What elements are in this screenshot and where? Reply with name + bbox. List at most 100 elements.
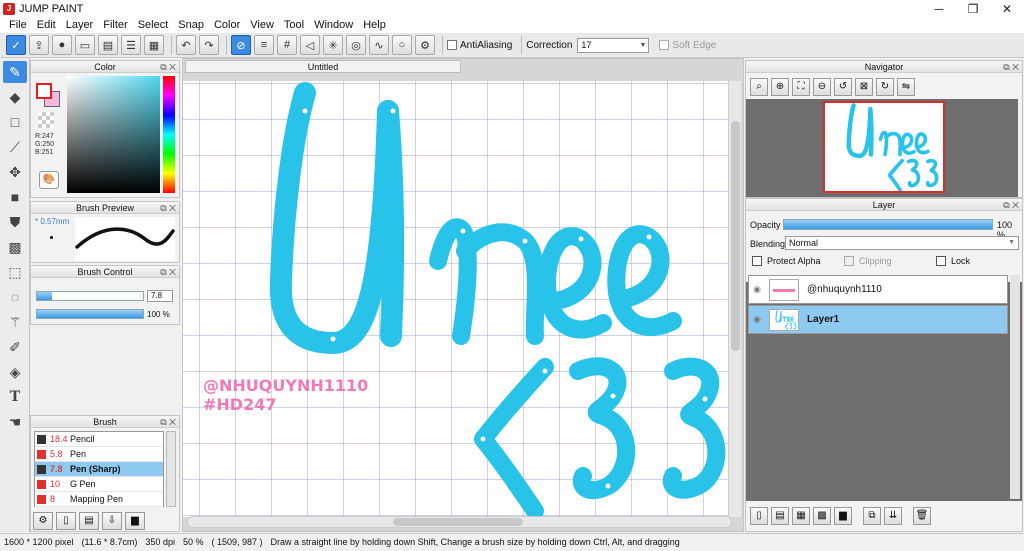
brush-size-slider[interactable] bbox=[36, 291, 144, 301]
duplicate-layer-icon[interactable]: ⧉ bbox=[863, 507, 881, 525]
bucket-tool-icon[interactable]: ⛊ bbox=[3, 211, 27, 233]
correction-select[interactable]: 17 ▼ bbox=[577, 37, 650, 53]
menu-filter[interactable]: Filter bbox=[98, 19, 132, 31]
rotate-right-icon[interactable]: ↻ bbox=[876, 78, 894, 96]
layer-opacity-slider[interactable] bbox=[783, 219, 993, 230]
menu-snap[interactable]: Snap bbox=[173, 19, 209, 31]
curve-icon[interactable]: ∿ bbox=[369, 35, 389, 55]
select-pen-tool-icon[interactable]: ✐ bbox=[3, 336, 27, 358]
brush-size-value[interactable]: 7.8 bbox=[147, 290, 173, 302]
close-button[interactable]: ✕ bbox=[990, 0, 1024, 17]
panel-close-icon[interactable]: ⧉ ✕ bbox=[160, 266, 176, 278]
flip-icon[interactable]: ⇋ bbox=[897, 78, 915, 96]
restore-button[interactable]: ❐ bbox=[956, 0, 990, 17]
rect-select-tool-icon[interactable]: ⬚ bbox=[3, 261, 27, 283]
text-tool-icon[interactable]: T bbox=[3, 386, 27, 408]
new-halftone-layer-icon[interactable]: ▦ bbox=[792, 507, 810, 525]
no-snap-icon[interactable]: ⊘ bbox=[231, 35, 251, 55]
panel-close-icon[interactable]: ⧉ ✕ bbox=[1003, 199, 1019, 211]
brush-tool-icon[interactable]: ✎ bbox=[3, 61, 27, 83]
menu-select[interactable]: Select bbox=[133, 19, 174, 31]
new-brush-icon[interactable]: ▯ bbox=[56, 512, 76, 530]
vertical-scroll-thumb[interactable] bbox=[731, 121, 740, 351]
canvas-horizontal-scrollbar[interactable] bbox=[187, 516, 732, 528]
brush-item[interactable]: 8 Mapping Pen bbox=[35, 492, 163, 507]
clipping-option[interactable]: Clipping bbox=[844, 256, 892, 266]
canvas-vertical-scrollbar[interactable] bbox=[728, 81, 741, 517]
brush-item[interactable]: 7.8 Pen (Sharp) bbox=[35, 462, 163, 477]
concentric-icon[interactable]: ◎ bbox=[346, 35, 366, 55]
panel-close-icon[interactable]: ⧉ ✕ bbox=[160, 61, 176, 73]
menu-window[interactable]: Window bbox=[309, 19, 358, 31]
message-icon[interactable]: ▭ bbox=[75, 35, 95, 55]
brush-item[interactable]: 5.8 Pen bbox=[35, 447, 163, 462]
select-eraser-tool-icon[interactable]: ◈ bbox=[3, 361, 27, 383]
menu-view[interactable]: View bbox=[245, 19, 279, 31]
new-layer-icon[interactable]: ▯ bbox=[750, 507, 768, 525]
lasso-tool-icon[interactable]: ◌ bbox=[3, 286, 27, 308]
copy-brush-icon[interactable]: ▤ bbox=[79, 512, 99, 530]
panel-close-icon[interactable]: ⧉ ✕ bbox=[160, 202, 176, 214]
radial-icon[interactable]: ✳ bbox=[323, 35, 343, 55]
navigator-view[interactable] bbox=[746, 99, 1018, 197]
hue-slider[interactable] bbox=[163, 76, 175, 193]
export-brush-icon[interactable]: ⇩ bbox=[102, 512, 122, 530]
fill-rectangle-tool-icon[interactable]: ■ bbox=[3, 186, 27, 208]
menu-tool[interactable]: Tool bbox=[279, 19, 309, 31]
redo-icon[interactable]: ↷ bbox=[199, 35, 219, 55]
line-tool-icon[interactable]: ⟋ bbox=[3, 136, 27, 158]
menu-color[interactable]: Color bbox=[209, 19, 245, 31]
antialiasing-checkbox[interactable] bbox=[447, 40, 457, 50]
new-text-layer-icon[interactable]: ▤ bbox=[771, 507, 789, 525]
protect-alpha-checkbox[interactable] bbox=[752, 256, 762, 266]
move-tool-icon[interactable]: ✥ bbox=[3, 161, 27, 183]
list-icon[interactable]: ☰ bbox=[121, 35, 141, 55]
zoom-in-icon[interactable]: ⊕ bbox=[771, 78, 789, 96]
visibility-icon[interactable]: ◉ bbox=[749, 284, 765, 295]
brush-item[interactable]: 18.4 Pencil bbox=[35, 432, 163, 447]
rotate-left-icon[interactable]: ↺ bbox=[834, 78, 852, 96]
rectangle-tool-icon[interactable]: □ bbox=[3, 111, 27, 133]
saturation-value-picker[interactable] bbox=[67, 76, 160, 193]
gradient-tool-icon[interactable]: ▩ bbox=[3, 236, 27, 258]
new-folder-icon[interactable]: ▆ bbox=[834, 507, 852, 525]
zoom-actual-icon[interactable]: ⌕ bbox=[750, 78, 768, 96]
drawing-canvas[interactable]: @NHUQUYNH1110 #HD247 bbox=[183, 81, 728, 517]
brush-settings-icon[interactable]: ⚙ bbox=[33, 512, 53, 530]
zoom-out-icon[interactable]: ⊖ bbox=[813, 78, 831, 96]
layer-row[interactable]: ◉ Layer1 bbox=[748, 305, 1008, 334]
panel-close-icon[interactable]: ⧉ ✕ bbox=[1003, 61, 1019, 73]
circle-icon[interactable]: ○ bbox=[392, 35, 412, 55]
protect-alpha-option[interactable]: Protect Alpha bbox=[752, 256, 821, 266]
foreground-color-swatch[interactable] bbox=[36, 83, 52, 99]
horizontal-scroll-thumb[interactable] bbox=[393, 518, 523, 526]
document-tab[interactable]: Untitled bbox=[185, 60, 461, 73]
eraser-tool-icon[interactable]: ◆ bbox=[3, 86, 27, 108]
reset-rotation-icon[interactable]: ⊠ bbox=[855, 78, 873, 96]
checklist-icon[interactable]: ▦ bbox=[144, 35, 164, 55]
layer-scrollbar[interactable] bbox=[1010, 275, 1020, 499]
magic-wand-tool-icon[interactable]: ⚚ bbox=[3, 311, 27, 333]
trash-icon[interactable]: 🗑 bbox=[913, 507, 931, 525]
page-icon[interactable]: ▤ bbox=[98, 35, 118, 55]
share-icon[interactable]: ⇪ bbox=[29, 35, 49, 55]
lock-option[interactable]: Lock bbox=[936, 256, 970, 266]
fit-window-icon[interactable]: ⛶ bbox=[792, 78, 810, 96]
transparent-color-swatch[interactable] bbox=[38, 112, 54, 128]
blending-select[interactable]: Normal ▼ bbox=[785, 236, 1019, 250]
brush-list-scrollbar[interactable] bbox=[166, 431, 176, 507]
menu-edit[interactable]: Edit bbox=[32, 19, 61, 31]
menu-file[interactable]: File bbox=[4, 19, 32, 31]
parallel-lines-icon[interactable]: ≡ bbox=[254, 35, 274, 55]
gear-icon[interactable]: ⚙ bbox=[415, 35, 435, 55]
new-tone-layer-icon[interactable]: ▩ bbox=[813, 507, 831, 525]
lock-checkbox[interactable] bbox=[936, 256, 946, 266]
menu-help[interactable]: Help bbox=[358, 19, 391, 31]
clipping-checkbox[interactable] bbox=[844, 256, 854, 266]
minimize-button[interactable]: ─ bbox=[922, 0, 956, 17]
visibility-icon[interactable]: ◉ bbox=[749, 314, 765, 325]
hand-tool-icon[interactable]: ☚ bbox=[3, 411, 27, 433]
layer-row[interactable]: ◉ @nhuquynh1110 bbox=[748, 275, 1008, 304]
folder-icon[interactable]: ▆ bbox=[125, 512, 145, 530]
speech-bubble-icon[interactable]: ● bbox=[52, 35, 72, 55]
